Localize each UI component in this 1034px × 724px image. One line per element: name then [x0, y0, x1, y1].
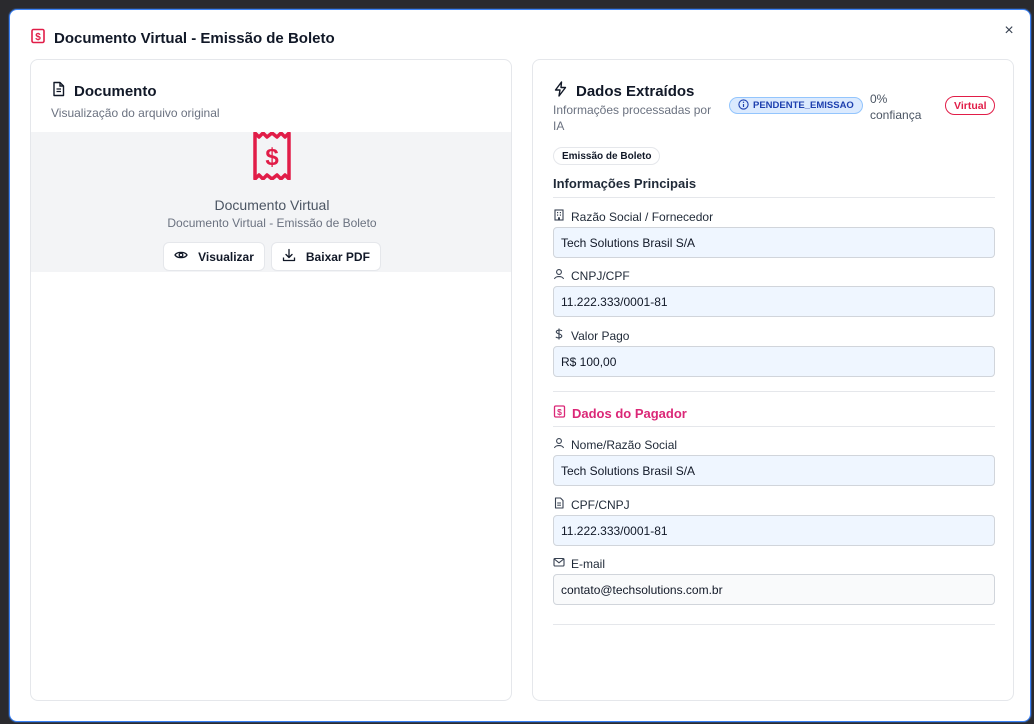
info-icon — [738, 98, 749, 113]
modal-header: $ Documento Virtual - Emissão de Boleto — [30, 28, 335, 48]
dollar-icon — [553, 328, 565, 343]
status-badge-label: PENDENTE_EMISSAO — [753, 100, 854, 111]
document-card-title: Documento — [74, 83, 157, 100]
user-icon — [553, 437, 565, 452]
field-label-text: CNPJ/CPF — [571, 268, 630, 283]
field-label-text: E-mail — [571, 556, 606, 571]
divider — [553, 197, 995, 198]
document-card-subtitle: Visualização do arquivo original — [51, 106, 220, 120]
preview-actions: Visualizar Baixar PDF — [163, 242, 381, 271]
close-button[interactable]: × — [1000, 22, 1018, 40]
preview-description: Documento Virtual - Emissão de Boleto — [167, 216, 377, 230]
receipt-dollar-icon: $ — [553, 405, 566, 421]
download-icon — [282, 248, 296, 265]
building-icon — [553, 209, 565, 224]
field-label-text: CPF/CNPJ — [571, 497, 630, 512]
virtual-badge: Virtual — [945, 96, 996, 115]
payer-name-field[interactable] — [553, 455, 995, 486]
document-icon — [553, 497, 565, 512]
document-card-header: Documento — [51, 81, 157, 102]
extracted-card-title: Dados Extraídos — [576, 83, 695, 100]
divider — [553, 426, 995, 427]
receipt-dollar-icon: $ — [30, 28, 46, 49]
payer-email-field[interactable] — [553, 574, 995, 605]
cnpj-cpf-field[interactable] — [553, 286, 995, 317]
download-button-label: Baixar PDF — [305, 249, 370, 264]
payer-cpf-cnpj-field[interactable] — [553, 515, 995, 546]
document-modal: $ Documento Virtual - Emissão de Boleto … — [9, 9, 1031, 722]
download-pdf-button[interactable]: Baixar PDF — [270, 242, 381, 271]
payer-email-label: E-mail — [553, 556, 605, 571]
document-type-badge: Emissão de Boleto — [553, 147, 661, 165]
payer-section-title-text: Dados do Pagador — [572, 405, 687, 421]
confidence-text: 0% confiança — [870, 92, 922, 122]
main-info-section-title: Informações Principais — [553, 176, 697, 191]
receipt-dollar-icon: $ — [252, 131, 292, 185]
lightning-icon — [553, 81, 568, 102]
svg-text:$: $ — [265, 144, 279, 171]
view-button[interactable]: Visualizar — [163, 242, 265, 271]
field-label-text: Valor Pago — [571, 328, 630, 343]
mail-icon — [553, 556, 565, 571]
view-button-label: Visualizar — [198, 249, 254, 264]
user-icon — [553, 268, 565, 283]
company-name-label: Razão Social / Fornecedor — [553, 209, 713, 224]
close-icon[interactable]: × — [1004, 22, 1013, 40]
payer-cpf-cnpj-label: CPF/CNPJ — [553, 497, 630, 512]
field-label-text: Razão Social / Fornecedor — [571, 209, 714, 224]
svg-text:$: $ — [35, 32, 41, 43]
modal-title: Documento Virtual - Emissão de Boleto — [54, 29, 335, 47]
file-text-icon — [51, 81, 66, 102]
svg-text:$: $ — [557, 407, 562, 417]
payer-section-title: $ Dados do Pagador — [553, 405, 687, 421]
extracted-card-subtitle: Informações processadas por IA — [553, 103, 712, 133]
payer-name-label: Nome/Razão Social — [553, 437, 677, 452]
field-label-text: Nome/Razão Social — [571, 437, 678, 452]
cnpj-cpf-label: CNPJ/CPF — [553, 268, 630, 283]
divider — [553, 624, 995, 625]
eye-icon — [174, 248, 188, 265]
amount-paid-label: Valor Pago — [553, 328, 629, 343]
company-name-field[interactable] — [553, 227, 995, 258]
document-card: Documento Visualização do arquivo origin… — [30, 59, 512, 701]
document-preview: $ Documento Virtual Documento Virtual - … — [31, 131, 511, 272]
preview-name: Documento Virtual — [214, 197, 330, 213]
extracted-data-card: Dados Extraídos Informações processadas … — [532, 59, 1014, 701]
divider — [553, 391, 995, 392]
status-badge: PENDENTE_EMISSAO — [729, 97, 863, 114]
amount-paid-field[interactable] — [553, 346, 995, 377]
extracted-card-header: Dados Extraídos — [553, 81, 694, 102]
